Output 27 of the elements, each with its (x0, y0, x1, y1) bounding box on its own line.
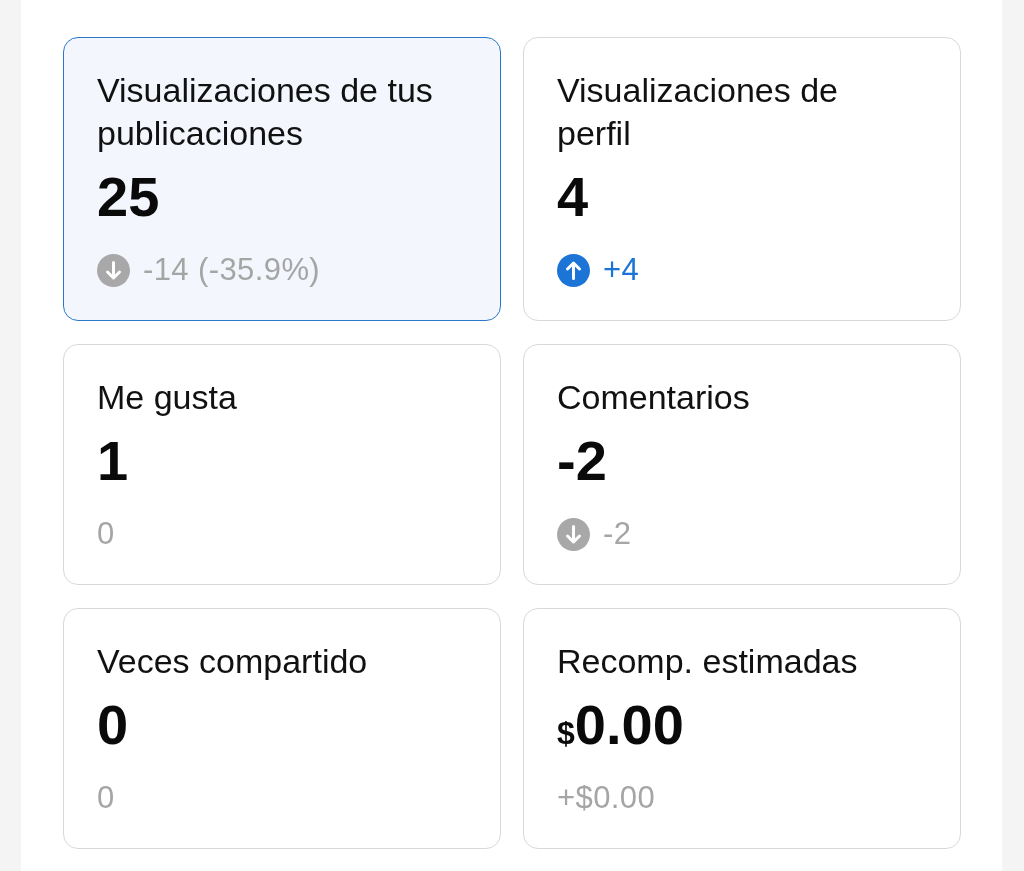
change-text: 0 (97, 779, 115, 817)
metric-value: $0.00 (557, 695, 684, 755)
change-text: 0 (97, 515, 115, 553)
change-text: +$0.00 (557, 779, 656, 817)
metric-value: 4 (557, 167, 589, 227)
change-text: -2 (603, 515, 632, 553)
arrow-down-icon (557, 517, 590, 551)
arrow-up-icon (557, 253, 590, 287)
metric-card[interactable]: Me gusta 1 0 (63, 344, 501, 585)
change-text: -14 (-35.9%) (143, 251, 321, 289)
metric-card[interactable]: Visualizaciones de perfil 4 +4 (523, 37, 961, 321)
metric-title: Visualizaciones de perfil (557, 70, 839, 154)
change-text: +4 (603, 251, 640, 289)
metric-title: Comentarios (557, 377, 750, 418)
metric-title: Recomp. estimadas (557, 641, 858, 682)
metric-value: 0 (97, 695, 129, 755)
metric-card[interactable]: Veces compartido 0 0 (63, 608, 501, 849)
metric-card[interactable]: Visualizaciones de tus publicaciones 25 -14 (-35.9%) (63, 37, 501, 321)
metric-value: 25 (97, 167, 160, 227)
metric-title: Visualizaciones de tus publicaciones (97, 70, 434, 154)
metric-value: 1 (97, 431, 129, 491)
arrow-down-icon (97, 253, 130, 287)
metric-title: Veces compartido (97, 641, 368, 682)
metric-title: Me gusta (97, 377, 237, 418)
metric-card[interactable]: Recomp. estimadas $0.00 +$0.00 (523, 608, 961, 849)
metric-card[interactable]: Comentarios -2 -2 (523, 344, 961, 585)
metric-value: -2 (557, 431, 607, 491)
